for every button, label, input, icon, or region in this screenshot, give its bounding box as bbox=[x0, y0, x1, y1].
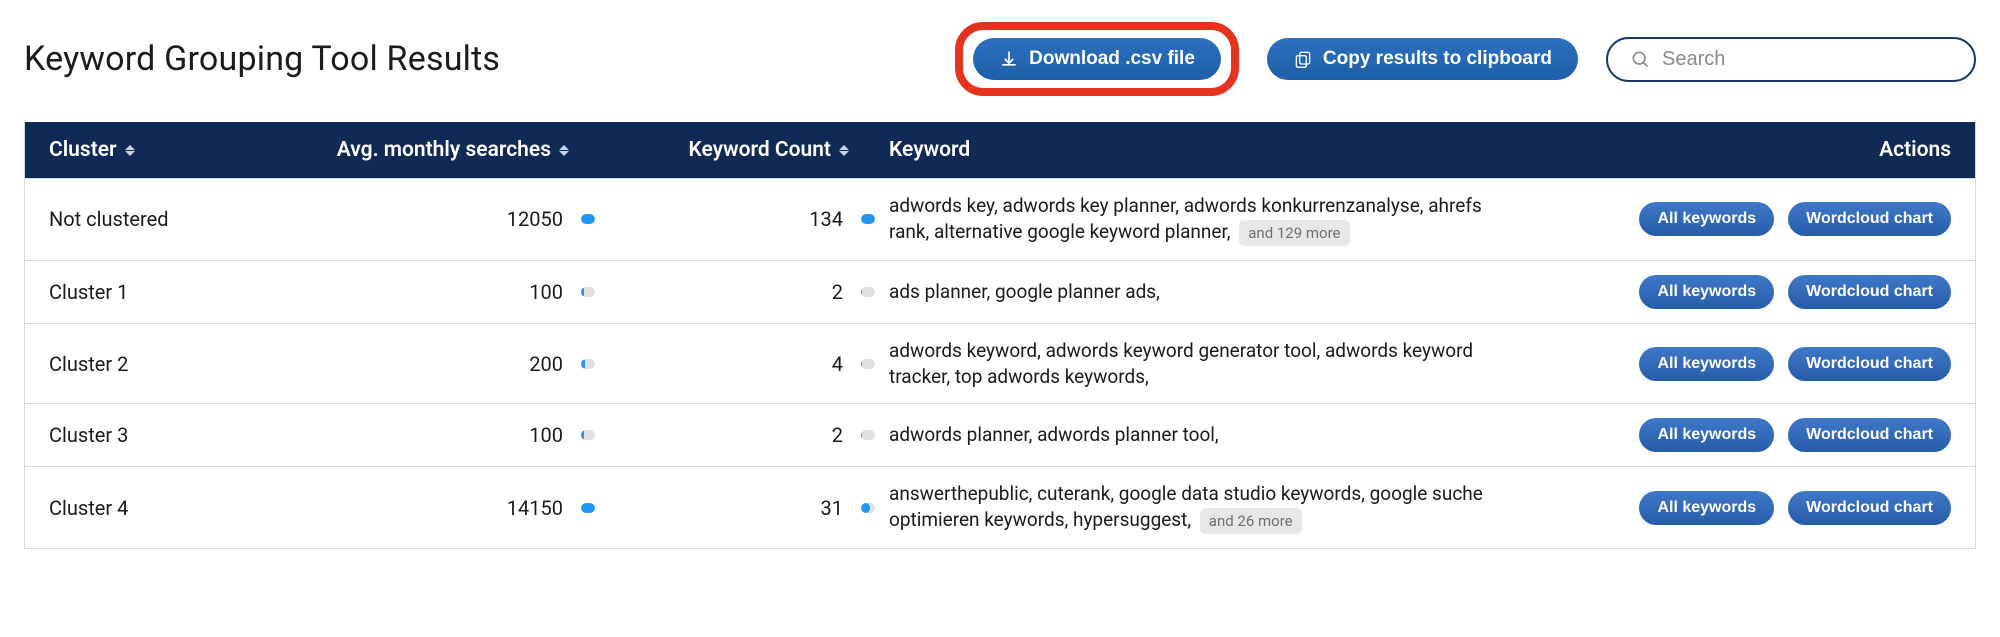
cell-keywords: answerthepublic, cuterank, google data s… bbox=[889, 481, 1509, 534]
all-keywords-button[interactable]: All keywords bbox=[1639, 418, 1774, 452]
cell-cluster: Cluster 1 bbox=[49, 280, 309, 304]
cell-cluster: Cluster 3 bbox=[49, 423, 309, 447]
wordcloud-chart-button[interactable]: Wordcloud chart bbox=[1788, 491, 1951, 525]
copy-clipboard-label: Copy results to clipboard bbox=[1323, 48, 1552, 70]
sort-icon bbox=[839, 145, 849, 156]
download-csv-label: Download .csv file bbox=[1029, 48, 1195, 70]
more-chip[interactable]: and 26 more bbox=[1200, 508, 1302, 534]
sort-icon bbox=[559, 145, 569, 156]
cell-keyword-count: 4 bbox=[609, 352, 849, 376]
cell-actions: All keywords Wordcloud chart bbox=[1509, 418, 1951, 452]
cell-cluster: Cluster 2 bbox=[49, 352, 309, 376]
col-actions: Actions bbox=[1509, 138, 1951, 162]
cell-actions: All keywords Wordcloud chart bbox=[1509, 275, 1951, 309]
all-keywords-button[interactable]: All keywords bbox=[1639, 275, 1774, 309]
wordcloud-chart-button[interactable]: Wordcloud chart bbox=[1788, 202, 1951, 236]
keyword-count-bar bbox=[861, 359, 875, 369]
cell-cluster: Cluster 4 bbox=[49, 496, 309, 520]
cell-keyword-count: 134 bbox=[609, 207, 849, 231]
clipboard-icon bbox=[1293, 49, 1313, 69]
avg-searches-bar bbox=[581, 214, 595, 224]
col-keyword: Keyword bbox=[889, 138, 1509, 162]
page-header: Keyword Grouping Tool Results Download .… bbox=[24, 0, 1976, 122]
cell-avg-searches: 12050 bbox=[309, 207, 569, 231]
table-header: Cluster Avg. monthly searches Keyword Co… bbox=[25, 122, 1975, 178]
cell-avg-searches: 100 bbox=[309, 423, 569, 447]
more-chip[interactable]: and 129 more bbox=[1239, 220, 1349, 246]
keyword-count-bar bbox=[861, 287, 875, 297]
cell-actions: All keywords Wordcloud chart bbox=[1509, 491, 1951, 525]
all-keywords-button[interactable]: All keywords bbox=[1639, 491, 1774, 525]
search-box[interactable] bbox=[1606, 37, 1976, 82]
avg-searches-bar bbox=[581, 359, 595, 369]
avg-searches-bar bbox=[581, 503, 595, 513]
all-keywords-button[interactable]: All keywords bbox=[1639, 347, 1774, 381]
col-keyword-count[interactable]: Keyword Count bbox=[609, 138, 849, 162]
page-title: Keyword Grouping Tool Results bbox=[24, 39, 500, 79]
table-row: Cluster 2200 4 adwords keyword, adwords ke… bbox=[25, 323, 1975, 403]
cell-keyword-count: 2 bbox=[609, 423, 849, 447]
cell-keywords: adwords planner, adwords planner tool, bbox=[889, 422, 1509, 448]
col-avg-searches[interactable]: Avg. monthly searches bbox=[309, 138, 569, 162]
cell-keyword-count: 31 bbox=[609, 496, 849, 520]
table-row: Not clustered12050 134 adwords key, adword… bbox=[25, 178, 1975, 260]
download-icon bbox=[999, 49, 1019, 69]
cell-avg-searches: 200 bbox=[309, 352, 569, 376]
table-row: Cluster 1100 2 ads planner, google planner… bbox=[25, 260, 1975, 323]
cell-actions: All keywords Wordcloud chart bbox=[1509, 202, 1951, 236]
all-keywords-button[interactable]: All keywords bbox=[1639, 202, 1774, 236]
keyword-count-bar bbox=[861, 503, 875, 513]
wordcloud-chart-button[interactable]: Wordcloud chart bbox=[1788, 347, 1951, 381]
search-icon bbox=[1630, 49, 1650, 69]
cell-avg-searches: 100 bbox=[309, 280, 569, 304]
cell-actions: All keywords Wordcloud chart bbox=[1509, 347, 1951, 381]
cell-keywords: ads planner, google planner ads, bbox=[889, 279, 1509, 305]
keyword-count-bar bbox=[861, 214, 875, 224]
download-csv-button[interactable]: Download .csv file bbox=[973, 38, 1221, 80]
table-row: Cluster 414150 31 answerthepublic, cuteran… bbox=[25, 466, 1975, 548]
results-table: Cluster Avg. monthly searches Keyword Co… bbox=[24, 122, 1976, 549]
col-cluster[interactable]: Cluster bbox=[49, 138, 309, 162]
wordcloud-chart-button[interactable]: Wordcloud chart bbox=[1788, 418, 1951, 452]
sort-icon bbox=[125, 145, 135, 156]
download-highlight: Download .csv file bbox=[955, 22, 1239, 96]
avg-searches-bar bbox=[581, 430, 595, 440]
wordcloud-chart-button[interactable]: Wordcloud chart bbox=[1788, 275, 1951, 309]
cell-avg-searches: 14150 bbox=[309, 496, 569, 520]
avg-searches-bar bbox=[581, 287, 595, 297]
cell-keywords: adwords keyword, adwords keyword generat… bbox=[889, 338, 1509, 389]
table-row: Cluster 3100 2 adwords planner, adwords pl… bbox=[25, 403, 1975, 466]
cell-cluster: Not clustered bbox=[49, 207, 309, 231]
copy-clipboard-button[interactable]: Copy results to clipboard bbox=[1267, 38, 1578, 80]
keyword-count-bar bbox=[861, 430, 875, 440]
search-input[interactable] bbox=[1660, 47, 1952, 72]
cell-keyword-count: 2 bbox=[609, 280, 849, 304]
cell-keywords: adwords key, adwords key planner, adword… bbox=[889, 193, 1509, 246]
